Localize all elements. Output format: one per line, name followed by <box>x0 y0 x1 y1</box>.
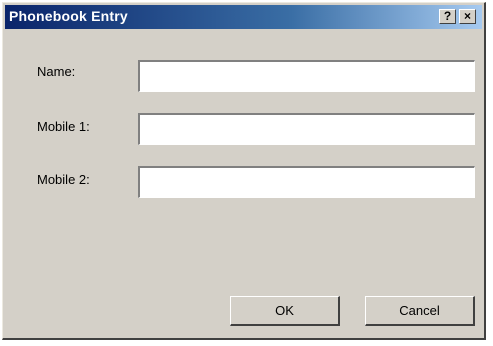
phonebook-entry-dialog: Phonebook Entry ? × Name: Mobile 1: Mobi… <box>2 2 486 340</box>
mobile2-field[interactable] <box>138 166 475 198</box>
window-title: Phonebook Entry <box>9 8 128 24</box>
name-label: Name: <box>37 64 76 79</box>
ok-button[interactable]: OK <box>230 296 340 326</box>
mobile2-label: Mobile 2: <box>37 172 90 187</box>
help-button[interactable]: ? <box>439 9 456 24</box>
name-field[interactable] <box>138 60 475 92</box>
mobile1-label: Mobile 1: <box>37 119 90 134</box>
title-bar[interactable]: Phonebook Entry ? × <box>5 5 482 29</box>
close-button[interactable]: × <box>459 9 476 24</box>
mobile1-field[interactable] <box>138 113 475 145</box>
cancel-button[interactable]: Cancel <box>365 296 475 326</box>
